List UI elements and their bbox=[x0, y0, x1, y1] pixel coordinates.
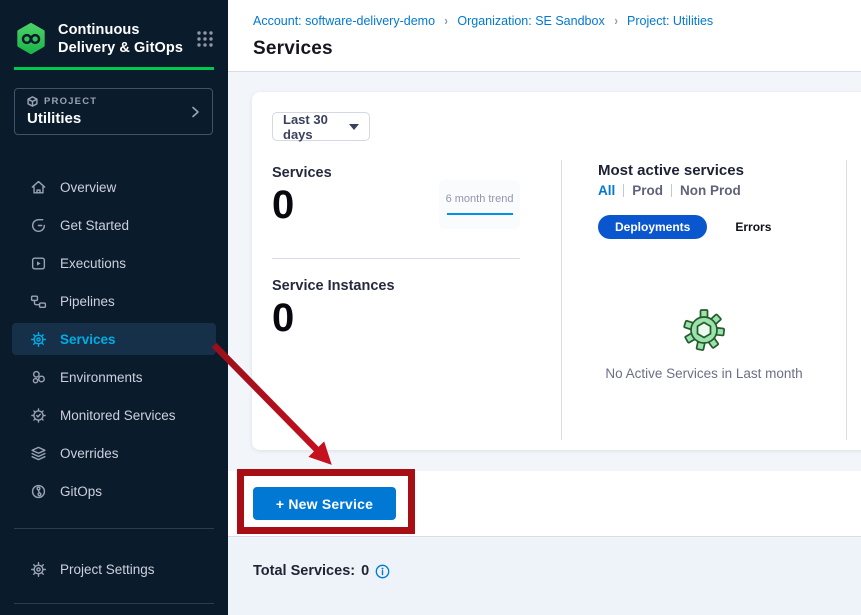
service-instances-metric: Service Instances 0 bbox=[272, 278, 395, 338]
home-icon bbox=[30, 179, 47, 196]
services-summary-section: Total Services: 0 bbox=[228, 538, 861, 615]
filter-separator bbox=[623, 184, 624, 197]
breadcrumb-project[interactable]: Project: Utilities bbox=[627, 14, 713, 28]
metric-value: 0 bbox=[272, 298, 395, 338]
sidebar-item-label: Get Started bbox=[60, 218, 129, 233]
metric-label: Service Instances bbox=[272, 278, 395, 294]
brand-header: Continuous Delivery & GitOps bbox=[14, 21, 214, 57]
environments-icon bbox=[30, 369, 47, 386]
sidebar-item-gitops[interactable]: GitOps bbox=[12, 472, 216, 510]
sidebar-item-monitored-services[interactable]: Monitored Services bbox=[12, 396, 216, 434]
filter-non-prod[interactable]: Non Prod bbox=[680, 183, 741, 198]
new-service-button[interactable]: + New Service bbox=[253, 487, 396, 520]
sidebar-item-label: GitOps bbox=[60, 484, 102, 499]
sidebar-nav-footer: Project Settings bbox=[12, 550, 216, 588]
page-title: Services bbox=[253, 38, 333, 60]
module-title: Continuous Delivery & GitOps bbox=[58, 21, 183, 57]
sidebar-item-label: Overview bbox=[60, 180, 116, 195]
executions-icon bbox=[30, 255, 47, 272]
sidebar-item-label: Monitored Services bbox=[60, 408, 176, 423]
trend-sparkline bbox=[447, 213, 513, 215]
sidebar-item-services[interactable]: Services bbox=[12, 323, 216, 355]
metric-toggle-group: Deployments Errors bbox=[562, 215, 846, 239]
overrides-layers-icon bbox=[30, 445, 47, 462]
breadcrumb: Account: software-delivery-demo › Organi… bbox=[253, 13, 713, 28]
empty-state: No Active Services in Last month bbox=[562, 308, 846, 381]
six-month-trend: 6 month trend bbox=[439, 180, 520, 229]
most-active-title: Most active services bbox=[562, 162, 846, 179]
info-icon[interactable] bbox=[375, 564, 390, 579]
get-started-icon bbox=[30, 217, 47, 234]
harness-logo-icon bbox=[14, 22, 48, 56]
card-vertical-divider bbox=[846, 160, 847, 440]
sidebar-item-label: Services bbox=[60, 332, 116, 347]
env-filter-group: All Prod Non Prod bbox=[562, 183, 846, 198]
filter-prod[interactable]: Prod bbox=[632, 183, 663, 198]
services-metric: Services 0 bbox=[272, 165, 332, 225]
sidebar-item-label: Overrides bbox=[60, 446, 119, 461]
module-switcher-icon[interactable] bbox=[196, 30, 214, 48]
metric-label: Services bbox=[272, 165, 332, 181]
gear-doodle-icon bbox=[682, 308, 726, 352]
metric-divider bbox=[272, 258, 520, 259]
sidebar-item-executions[interactable]: Executions bbox=[12, 244, 216, 282]
most-active-services-panel: Most active services All Prod Non Prod D… bbox=[562, 162, 846, 440]
sidebar-item-project-settings[interactable]: Project Settings bbox=[12, 550, 216, 588]
chevron-right-icon bbox=[189, 105, 201, 119]
breadcrumb-chevron-icon: › bbox=[444, 13, 447, 28]
time-range-value: Last 30 days bbox=[283, 112, 349, 142]
project-selector[interactable]: PROJECT Utilities bbox=[14, 88, 213, 135]
total-services-value: 0 bbox=[361, 563, 369, 579]
sidebar-divider bbox=[14, 603, 214, 604]
errors-toggle[interactable]: Errors bbox=[735, 220, 771, 234]
gitops-icon bbox=[30, 483, 47, 500]
pipelines-icon bbox=[30, 293, 47, 310]
sidebar-item-label: Executions bbox=[60, 256, 126, 271]
breadcrumb-chevron-icon: › bbox=[614, 13, 617, 28]
services-gear-icon bbox=[30, 331, 47, 348]
sidebar-item-label: Environments bbox=[60, 370, 143, 385]
deployments-toggle[interactable]: Deployments bbox=[598, 215, 707, 239]
caret-down-icon bbox=[349, 124, 359, 130]
cube-icon bbox=[27, 96, 38, 107]
monitored-services-icon bbox=[30, 407, 47, 424]
sidebar-item-pipelines[interactable]: Pipelines bbox=[12, 282, 216, 320]
page-header: Account: software-delivery-demo › Organi… bbox=[228, 0, 861, 72]
total-services-row: Total Services: 0 bbox=[253, 563, 390, 579]
metric-value: 0 bbox=[272, 185, 332, 225]
breadcrumb-account[interactable]: Account: software-delivery-demo bbox=[253, 14, 435, 28]
trend-label: 6 month trend bbox=[446, 193, 514, 205]
filter-separator bbox=[671, 184, 672, 197]
sidebar: Continuous Delivery & GitOps PROJECT Uti… bbox=[0, 0, 228, 615]
services-toolbar: + New Service bbox=[228, 471, 861, 537]
filter-all[interactable]: All bbox=[598, 183, 615, 198]
sidebar-divider bbox=[14, 528, 214, 529]
sidebar-item-label: Pipelines bbox=[60, 294, 115, 309]
breadcrumb-organization[interactable]: Organization: SE Sandbox bbox=[457, 14, 604, 28]
sidebar-nav: Overview Get Started Executions Pipeline… bbox=[12, 168, 216, 510]
module-accent-bar bbox=[14, 67, 214, 70]
project-name: Utilities bbox=[27, 110, 200, 127]
sidebar-item-environments[interactable]: Environments bbox=[12, 358, 216, 396]
services-dashboard-card: Last 30 days Services 0 6 month trend Se… bbox=[252, 92, 861, 450]
time-range-dropdown[interactable]: Last 30 days bbox=[272, 112, 370, 141]
sidebar-item-overview[interactable]: Overview bbox=[12, 168, 216, 206]
settings-gear-icon bbox=[30, 561, 47, 578]
empty-state-message: No Active Services in Last month bbox=[562, 366, 846, 381]
total-services-label: Total Services: bbox=[253, 563, 355, 579]
sidebar-item-get-started[interactable]: Get Started bbox=[12, 206, 216, 244]
project-label: PROJECT bbox=[44, 96, 97, 107]
sidebar-item-overrides[interactable]: Overrides bbox=[12, 434, 216, 472]
sidebar-item-label: Project Settings bbox=[60, 562, 155, 577]
